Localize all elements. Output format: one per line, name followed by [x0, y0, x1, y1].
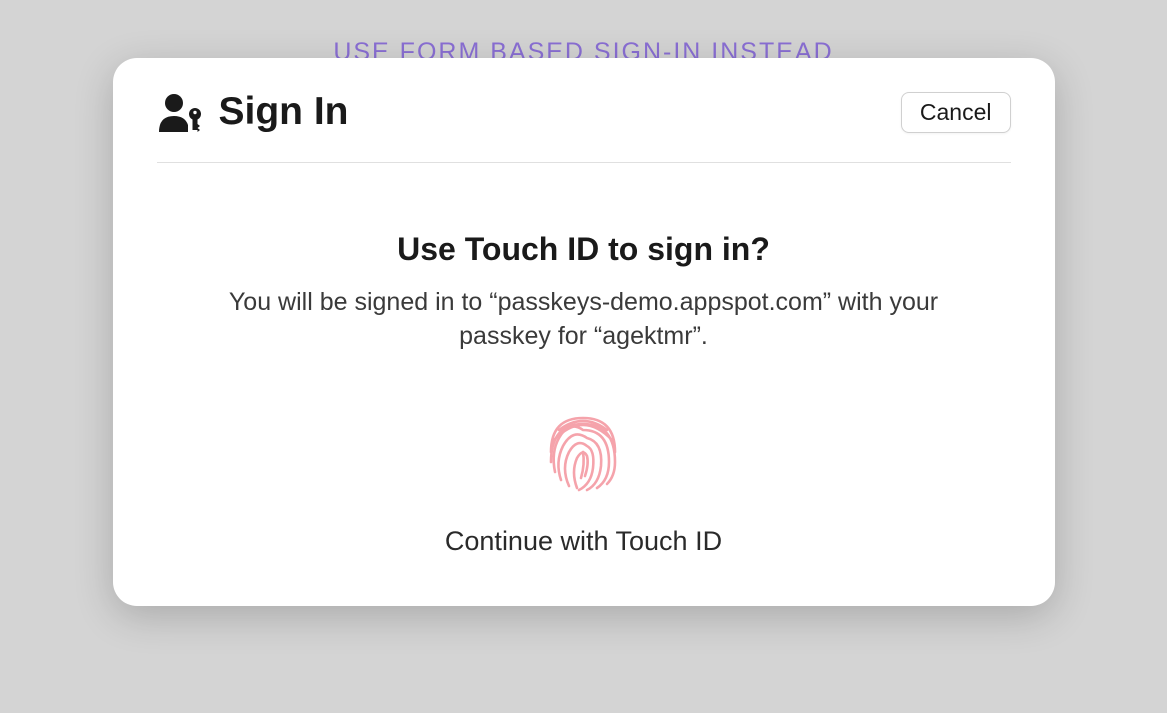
fingerprint-icon [537, 406, 629, 498]
touchid-prompt-description: You will be signed in to “passkeys-demo.… [214, 286, 954, 354]
signin-dialog: Sign In Cancel Use Touch ID to sign in? … [113, 58, 1055, 606]
cancel-button[interactable]: Cancel [901, 92, 1011, 133]
dialog-header: Sign In Cancel [157, 90, 1011, 163]
dialog-title: Sign In [219, 90, 349, 134]
touchid-action[interactable]: Continue with Touch ID [445, 406, 722, 557]
touchid-prompt-title: Use Touch ID to sign in? [397, 231, 770, 268]
passkey-icon [157, 92, 205, 132]
dialog-body: Use Touch ID to sign in? You will be sig… [157, 163, 1011, 557]
dialog-title-row: Sign In [157, 90, 349, 134]
continue-touchid-label: Continue with Touch ID [445, 526, 722, 557]
